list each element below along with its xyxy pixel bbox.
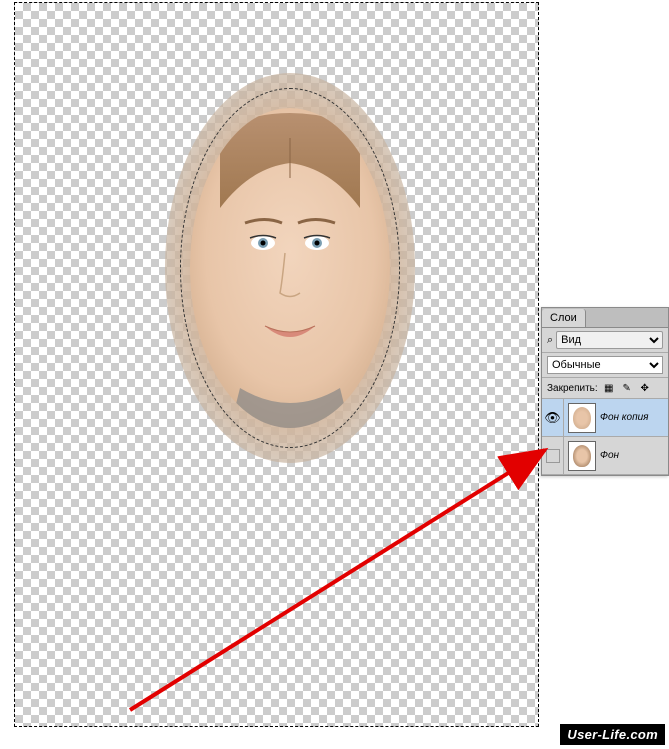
tab-layers[interactable]: Слои xyxy=(542,309,586,327)
blend-mode-dropdown[interactable]: Обычные xyxy=(547,356,663,374)
canvas-workspace[interactable] xyxy=(14,2,539,727)
layer-thumbnail[interactable] xyxy=(568,403,596,433)
layers-panel: Слои ⌕ Вид Обычные Закрепить: ▦ ✎ ✥ 👁 Фо… xyxy=(541,307,669,476)
layer-item-background[interactable]: Фон xyxy=(542,437,668,475)
lock-label: Закрепить: xyxy=(547,383,598,394)
view-row: ⌕ Вид xyxy=(542,328,668,353)
view-dropdown[interactable]: Вид xyxy=(556,331,663,349)
layer-item-copy[interactable]: 👁 Фон копия xyxy=(542,399,668,437)
face-image xyxy=(190,108,390,428)
layer-name[interactable]: Фон xyxy=(600,450,619,461)
eye-icon: 👁 xyxy=(544,410,561,426)
lock-position-icon[interactable]: ✥ xyxy=(638,381,652,395)
lock-pixels-icon[interactable]: ✎ xyxy=(620,381,634,395)
layer-thumbnail[interactable] xyxy=(568,441,596,471)
watermark: User-Life.com xyxy=(560,724,665,745)
lock-row: Закрепить: ▦ ✎ ✥ xyxy=(542,378,668,399)
layer-name[interactable]: Фон копия xyxy=(600,412,648,423)
panel-tabs: Слои xyxy=(542,308,668,328)
empty-visibility-icon xyxy=(546,449,560,463)
lock-transparency-icon[interactable]: ▦ xyxy=(602,381,616,395)
layer-content-masked xyxy=(165,73,415,463)
layer-list: 👁 Фон копия Фон xyxy=(542,399,668,475)
visibility-toggle[interactable] xyxy=(542,437,564,474)
visibility-toggle[interactable]: 👁 xyxy=(542,399,564,436)
